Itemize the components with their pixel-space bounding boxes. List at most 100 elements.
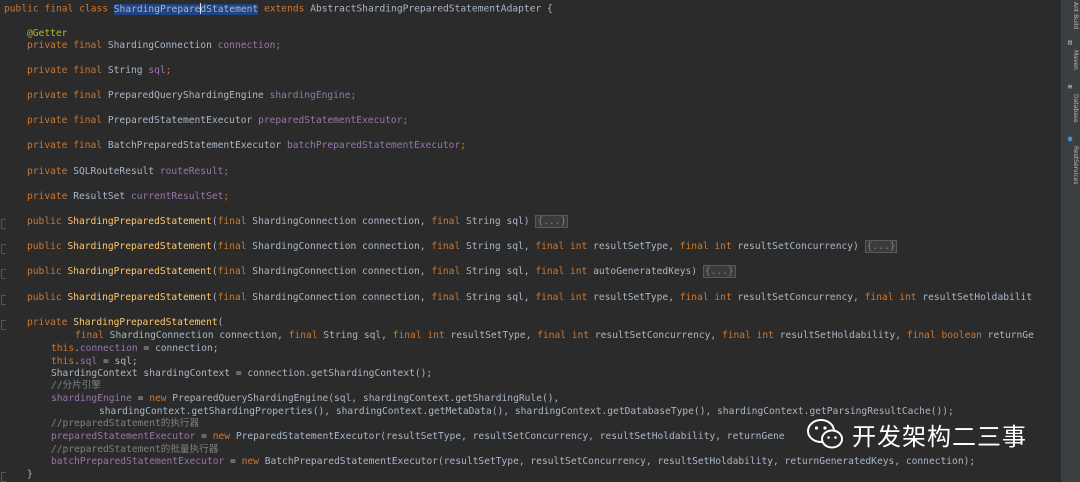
- keyword: class: [79, 3, 108, 15]
- maven-icon: m: [1067, 38, 1073, 47]
- code-text: resultSetConcurrency,: [589, 330, 722, 341]
- right-tool-window-bar: Ant Build m Maven ≡ Database ● RestServi…: [1060, 0, 1080, 482]
- selected-class-name[interactable]: ShardingPreparedStatement: [113, 3, 259, 15]
- tool-tab-ant-build[interactable]: Ant Build: [1063, 2, 1079, 29]
- parameter-line[interactable]: final ShardingConnection connection, fin…: [75, 330, 1034, 343]
- modifier: public: [27, 241, 62, 252]
- field-type: BatchPreparedStatementExecutor: [107, 140, 282, 151]
- code-line[interactable]: shardingEngine = new PreparedQueryShardi…: [51, 393, 559, 406]
- code-text: BatchPreparedStatementExecutor(resultSet…: [258, 456, 976, 467]
- comment-line[interactable]: //分片引擎: [51, 380, 101, 393]
- keyword: final: [217, 292, 247, 303]
- field-line[interactable]: private final PreparedQueryShardingEngin…: [27, 90, 356, 103]
- fold-marker-icon[interactable]: [1, 219, 6, 229]
- code-text: resultSetType,: [587, 292, 680, 303]
- rest-services-icon: ●: [1067, 134, 1073, 143]
- keyword: final: [217, 216, 247, 227]
- keyword: final: [217, 266, 247, 277]
- keyword: final int: [864, 292, 917, 303]
- folded-code-button[interactable]: {...}: [702, 265, 736, 278]
- class-name-part: dStatement: [200, 3, 259, 15]
- code-line[interactable]: this.connection = connection;: [51, 343, 219, 356]
- modifier: public: [27, 266, 62, 277]
- modifier: private: [27, 191, 68, 202]
- code-text: = sql;: [97, 356, 138, 367]
- fold-marker-icon[interactable]: [1, 269, 6, 279]
- tool-tab-rest-services[interactable]: RestServices: [1063, 146, 1079, 184]
- code-editor[interactable]: public final class ShardingPreparedState…: [0, 0, 1060, 482]
- constructor-name: ShardingPreparedStatement: [67, 216, 212, 227]
- constructor-name: ShardingPreparedStatement: [73, 317, 218, 328]
- keyword: final boolean: [906, 330, 982, 341]
- class-declaration-line[interactable]: public final class ShardingPreparedState…: [4, 3, 553, 16]
- fold-marker-icon[interactable]: [1, 295, 6, 305]
- keyword: final: [431, 266, 461, 277]
- comment-line[interactable]: //preparedStatement的批量执行器: [51, 444, 218, 457]
- modifier: private: [27, 166, 68, 177]
- field-line[interactable]: private ResultSet currentResultSet;: [27, 191, 229, 204]
- annotation-line[interactable]: @Getter: [27, 28, 67, 41]
- modifier: private final: [27, 115, 103, 126]
- comment: //preparedStatement的批量执行器: [51, 444, 219, 455]
- field-line[interactable]: private final BatchPreparedStatementExec…: [27, 140, 466, 153]
- field-type: ResultSet: [73, 191, 126, 202]
- code-text: returnGe: [981, 330, 1034, 341]
- field-line[interactable]: private final PreparedStatementExecutor …: [27, 115, 408, 128]
- constructor-line[interactable]: public ShardingPreparedStatement(final S…: [27, 292, 1032, 305]
- keyword: final: [288, 330, 318, 341]
- constructor-line[interactable]: public ShardingPreparedStatement(final S…: [27, 215, 569, 229]
- field-name: routeResult: [159, 166, 224, 177]
- code-text: resultSetHoldabilit: [916, 292, 1033, 303]
- code-line[interactable]: preparedStatementExecutor = new Prepared…: [51, 431, 785, 444]
- constructor-name: ShardingPreparedStatement: [67, 241, 212, 252]
- getter-annotation: @Getter: [27, 28, 68, 39]
- code-text: String sql,: [460, 241, 536, 252]
- keyword: final int: [721, 330, 774, 341]
- folded-code-button[interactable]: {...}: [535, 215, 569, 228]
- field-line[interactable]: private final ShardingConnection connect…: [27, 40, 281, 53]
- keyword: final: [431, 216, 461, 227]
- code-text: PreparedQueryShardingEngine(sql, shardin…: [166, 393, 560, 404]
- code-line[interactable]: this.sql = sql;: [51, 356, 138, 369]
- folded-code-button[interactable]: {...}: [864, 240, 898, 253]
- fold-marker-icon[interactable]: [1, 320, 6, 330]
- keyword: extends: [263, 3, 305, 15]
- tool-tab-maven[interactable]: Maven: [1063, 50, 1079, 70]
- field-type: PreparedStatementExecutor: [107, 115, 253, 126]
- tool-tab-database[interactable]: Database: [1063, 94, 1079, 123]
- field-type: ShardingConnection: [107, 40, 212, 51]
- keyword: final int: [535, 266, 588, 277]
- code-line[interactable]: batchPreparedStatementExecutor = new Bat…: [51, 456, 975, 469]
- code-text: ShardingConnection connection,: [103, 330, 289, 341]
- modifier: private: [27, 317, 68, 328]
- code-text: autoGeneratedKeys): [587, 266, 703, 277]
- constructor-line[interactable]: public ShardingPreparedStatement(final S…: [27, 240, 898, 254]
- keyword: new: [241, 456, 259, 467]
- field-name: batchPreparedStatementExecutor: [51, 456, 225, 467]
- code-text: ShardingContext shardingContext = connec…: [51, 368, 433, 379]
- semicolon: ;: [350, 90, 357, 101]
- keyword: final int: [392, 330, 445, 341]
- field-name: shardingEngine: [269, 90, 351, 101]
- parent-class: AbstractShardingPreparedStatementAdapter…: [310, 3, 553, 15]
- code-line[interactable]: }: [27, 469, 33, 482]
- keyword: final int: [537, 330, 590, 341]
- keyword: new: [149, 393, 167, 404]
- fold-marker-icon[interactable]: [1, 244, 6, 254]
- code-line[interactable]: ShardingContext shardingContext = connec…: [51, 368, 432, 381]
- closing-brace: }: [27, 469, 33, 480]
- code-text: (: [217, 317, 224, 328]
- code-text: =: [224, 456, 242, 467]
- keyword: final: [431, 292, 461, 303]
- comment: //分片引擎: [51, 380, 101, 391]
- comment-line[interactable]: //preparedStatement的执行器: [51, 418, 199, 431]
- code-text: resultSetConcurrency,: [731, 292, 865, 303]
- fold-marker-icon[interactable]: [1, 472, 6, 482]
- constructor-name: ShardingPreparedStatement: [67, 266, 212, 277]
- constructor-line[interactable]: private ShardingPreparedStatement(: [27, 317, 223, 330]
- field-line[interactable]: private final String sql;: [27, 65, 171, 78]
- field-line[interactable]: private SQLRouteResult routeResult;: [27, 166, 229, 179]
- field-name: shardingEngine: [51, 393, 132, 404]
- code-text: ShardingConnection connection,: [246, 266, 432, 277]
- constructor-line[interactable]: public ShardingPreparedStatement(final S…: [27, 265, 736, 279]
